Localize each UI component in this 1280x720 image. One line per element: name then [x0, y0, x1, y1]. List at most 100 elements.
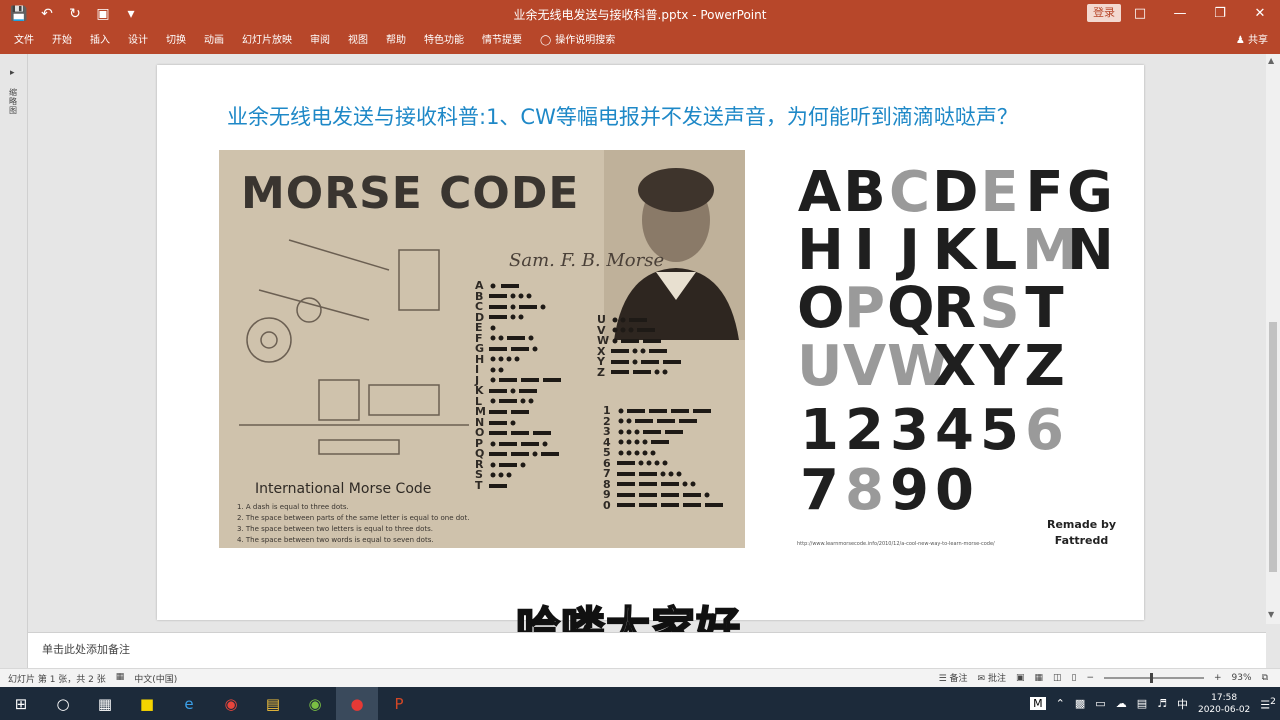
- scroll-up-icon[interactable]: ▲: [1268, 56, 1274, 65]
- normal-view-icon[interactable]: ▣: [1016, 673, 1025, 683]
- rule-1: 1. A dash is equal to three dots.: [237, 503, 349, 511]
- chart-digit-1: 1: [800, 398, 839, 463]
- chrome-app[interactable]: ◉: [210, 687, 252, 720]
- zoom-slider[interactable]: [1104, 672, 1204, 683]
- cloud-icon[interactable]: ☁: [1116, 697, 1127, 710]
- sticky-notes-app[interactable]: ■: [126, 687, 168, 720]
- vertical-scrollbar[interactable]: ▲ ▼: [1266, 54, 1280, 624]
- digit-0: 0: [603, 498, 611, 512]
- tab-storyboard[interactable]: 情节提要: [482, 28, 522, 54]
- undo-icon[interactable]: ↶: [38, 4, 56, 24]
- morse-rules: 1. A dash is equal to three dots. 2. The…: [237, 502, 469, 546]
- chart-letter-f: F: [1025, 160, 1064, 225]
- chart-letter-v: V: [842, 334, 887, 399]
- thumbnails-label: 缩略图: [9, 88, 17, 115]
- reading-view-icon[interactable]: ◫: [1053, 673, 1062, 683]
- notes-pane[interactable]: 单击此处添加备注: [28, 632, 1266, 668]
- tab-animations[interactable]: 动画: [204, 28, 224, 54]
- file-explorer-app[interactable]: ▤: [252, 687, 294, 720]
- morse-alphabet-chart[interactable]: A B C D E F G H I J K L M N O P Q R S T …: [797, 165, 1117, 555]
- chart-letter-i: I: [854, 218, 875, 283]
- battery-icon[interactable]: ▭: [1095, 697, 1105, 710]
- tell-me-search[interactable]: ◯ 操作说明搜索: [540, 28, 615, 54]
- slide-count: 幻灯片 第 1 张，共 2 张: [8, 675, 106, 685]
- comments-toggle[interactable]: ✉ 批注: [978, 671, 1006, 684]
- ime-icon[interactable]: M: [1030, 697, 1046, 710]
- clock[interactable]: 17:58 2020-06-02: [1198, 692, 1250, 716]
- language-indicator[interactable]: 中文(中国): [134, 672, 177, 685]
- chart-letter-p: P: [843, 276, 886, 341]
- tab-slideshow[interactable]: 幻灯片放映: [242, 28, 292, 54]
- save-icon[interactable]: 💾: [10, 4, 28, 24]
- share-label: 共享: [1248, 35, 1268, 46]
- share-button[interactable]: ♟ 共享: [1236, 28, 1268, 54]
- rule-3: 3. The space between two letters is equa…: [237, 525, 433, 533]
- slide-canvas[interactable]: 业余无线电发送与接收科普:1、CW等幅电报并不发送声音，为何能听到滴滴哒哒声？ …: [157, 65, 1144, 620]
- tab-features[interactable]: 特色功能: [424, 28, 464, 54]
- chart-letter-l: L: [981, 218, 1018, 283]
- present-icon[interactable]: ▣: [94, 4, 112, 24]
- fit-slide-icon[interactable]: ⧉: [1262, 673, 1268, 683]
- clock-time: 17:58: [1211, 692, 1238, 703]
- tab-help[interactable]: 帮助: [386, 28, 406, 54]
- calculator-app[interactable]: ▦: [84, 687, 126, 720]
- remade-line-2: Fattredd: [1054, 534, 1109, 547]
- ribbon-display-icon[interactable]: □: [1120, 0, 1160, 28]
- show-hidden-icon[interactable]: ⌃: [1056, 697, 1065, 710]
- slide-title[interactable]: 业余无线电发送与接收科普:1、CW等幅电报并不发送声音，为何能听到滴滴哒哒声？: [227, 101, 1018, 131]
- slide-sorter-icon[interactable]: ▦: [1034, 673, 1043, 683]
- chart-letter-b: B: [843, 160, 886, 225]
- search-button[interactable]: ○: [42, 687, 84, 720]
- zoom-slider-knob[interactable]: [1150, 672, 1153, 683]
- digits-column: 1 2 3 4 5 6 7 8 9 0: [603, 405, 611, 512]
- android-icon: ◉: [308, 694, 322, 713]
- customize-icon[interactable]: ▾: [122, 4, 140, 24]
- tab-home[interactable]: 开始: [52, 28, 72, 54]
- minimize-icon[interactable]: —: [1160, 0, 1200, 28]
- volume-icon[interactable]: ♬: [1157, 697, 1167, 710]
- morse-code-poster[interactable]: MORSE CODE Sam. F. B. Morse A B C D E F …: [219, 150, 745, 548]
- chart-row-7-0: 7 8 9 0: [797, 463, 977, 519]
- chart-digit-0: 0: [935, 458, 974, 523]
- tab-file[interactable]: 文件: [14, 28, 34, 54]
- expand-icon[interactable]: ▸: [10, 68, 15, 78]
- tab-review[interactable]: 审阅: [310, 28, 330, 54]
- notification-center-icon[interactable]: ☰2: [1260, 696, 1276, 712]
- spellcheck-icon[interactable]: ▦: [116, 672, 125, 685]
- android-app[interactable]: ◉: [294, 687, 336, 720]
- recorder-app[interactable]: ●: [336, 687, 378, 720]
- notes-toggle[interactable]: ☰ 备注: [939, 671, 968, 684]
- close-icon[interactable]: ✕: [1240, 0, 1280, 28]
- chart-letter-e: E: [980, 160, 1019, 225]
- lightbulb-icon: ◯: [540, 35, 552, 46]
- slideshow-view-icon[interactable]: ▯: [1072, 673, 1077, 683]
- tab-view[interactable]: 视图: [348, 28, 368, 54]
- zoom-out-icon[interactable]: −: [1086, 673, 1094, 683]
- scroll-down-icon[interactable]: ▼: [1268, 610, 1274, 619]
- chart-letter-z: Z: [1024, 334, 1065, 399]
- notes-placeholder[interactable]: 单击此处添加备注: [42, 641, 130, 657]
- login-button[interactable]: 登录: [1087, 4, 1121, 22]
- record-icon: ●: [350, 694, 364, 713]
- morse-symbols-a-t: [489, 283, 561, 488]
- thumbnail-pane-collapsed[interactable]: ▸ 缩略图: [0, 54, 28, 670]
- ime-chinese-icon[interactable]: 中: [1177, 696, 1188, 712]
- zoom-in-icon[interactable]: +: [1214, 673, 1222, 683]
- start-button[interactable]: ⊞: [0, 687, 42, 720]
- powerpoint-app[interactable]: P: [378, 687, 420, 720]
- letter-z: Z: [597, 365, 605, 379]
- tray-app-icon[interactable]: ▩: [1075, 697, 1085, 710]
- ie-app[interactable]: e: [168, 687, 210, 720]
- tab-design[interactable]: 设计: [128, 28, 148, 54]
- redo-icon[interactable]: ↻: [66, 4, 84, 24]
- network-icon[interactable]: ▤: [1137, 697, 1147, 710]
- chart-letter-m: M: [1022, 218, 1078, 283]
- restore-icon[interactable]: ❐: [1200, 0, 1240, 28]
- scrollbar-thumb[interactable]: [1269, 322, 1277, 572]
- zoom-level[interactable]: 93%: [1232, 673, 1252, 683]
- sticky-notes-icon: ■: [139, 694, 155, 713]
- quick-access-toolbar: 💾 ↶ ↻ ▣ ▾: [10, 4, 140, 24]
- windows-taskbar: ⊞ ○ ▦ ■ e ◉ ▤ ◉ ● P M ⌃ ▩ ▭ ☁ ▤ ♬ 中 17:5…: [0, 687, 1280, 720]
- tab-transitions[interactable]: 切换: [166, 28, 186, 54]
- tab-insert[interactable]: 插入: [90, 28, 110, 54]
